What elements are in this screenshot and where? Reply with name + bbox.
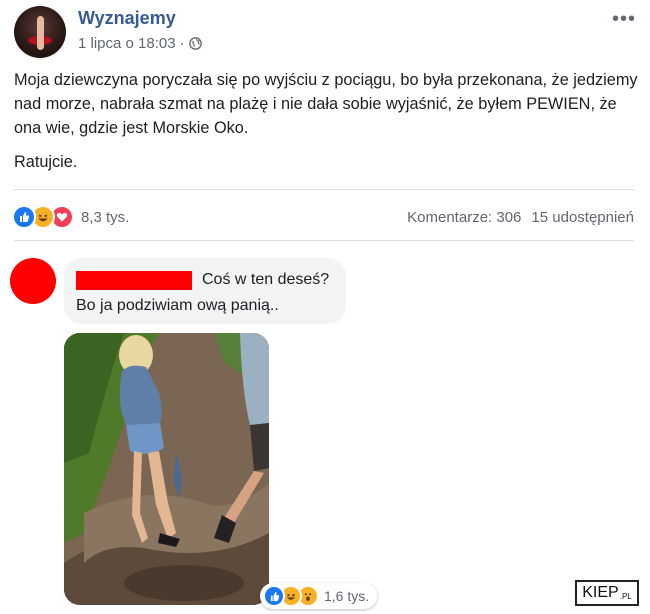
- divider: [14, 240, 634, 241]
- redacted-commenter-name: [76, 271, 192, 290]
- post-paragraph: Ratujcie.: [14, 153, 78, 171]
- commenter-avatar[interactable]: [10, 258, 56, 304]
- comment-text: Coś w ten deseś?: [202, 271, 330, 288]
- comments-count-link[interactable]: Komentarze: 306: [407, 209, 521, 226]
- shares-count-link[interactable]: 15 udostępnień: [531, 209, 634, 226]
- comment-reactions[interactable]: 1,6 tys.: [260, 583, 378, 609]
- post-paragraph: Moja dziewczyna poryczała się po wyjściu…: [14, 71, 638, 137]
- more-options-icon[interactable]: •••: [612, 8, 636, 31]
- comment-text: Bo ja podziwiam ową panią..: [76, 297, 279, 314]
- watermark-suffix: .PL: [619, 591, 632, 601]
- comment-photo-image: [64, 333, 269, 605]
- page-avatar[interactable]: [14, 6, 66, 58]
- like-icon: [263, 585, 285, 607]
- post-text: Moja dziewczyna poryczała się po wyjściu…: [14, 68, 639, 174]
- watermark-logo: KIEP .PL: [575, 580, 639, 606]
- like-icon: [12, 205, 36, 229]
- comment-bubble: Coś w ten deseś? Bo ja podziwiam ową pan…: [64, 258, 346, 324]
- post-meta: 1 lipca o 18:03 ·: [78, 35, 202, 52]
- page-name-link[interactable]: Wyznajemy: [78, 8, 176, 29]
- watermark-text: KIEP: [582, 584, 619, 601]
- reaction-count[interactable]: 8,3 tys.: [81, 209, 129, 226]
- globe-icon[interactable]: [188, 37, 202, 50]
- divider: [14, 189, 634, 190]
- post-reactions[interactable]: 8,3 tys.: [12, 205, 129, 229]
- avatar-finger: [37, 16, 44, 50]
- meta-separator: ·: [179, 35, 185, 52]
- comment-reaction-count: 1,6 tys.: [324, 588, 370, 604]
- post-timestamp[interactable]: 1 lipca o 18:03: [78, 35, 176, 52]
- post-stats: Komentarze: 306 15 udostępnień: [407, 209, 634, 226]
- comment-photo[interactable]: [64, 333, 269, 605]
